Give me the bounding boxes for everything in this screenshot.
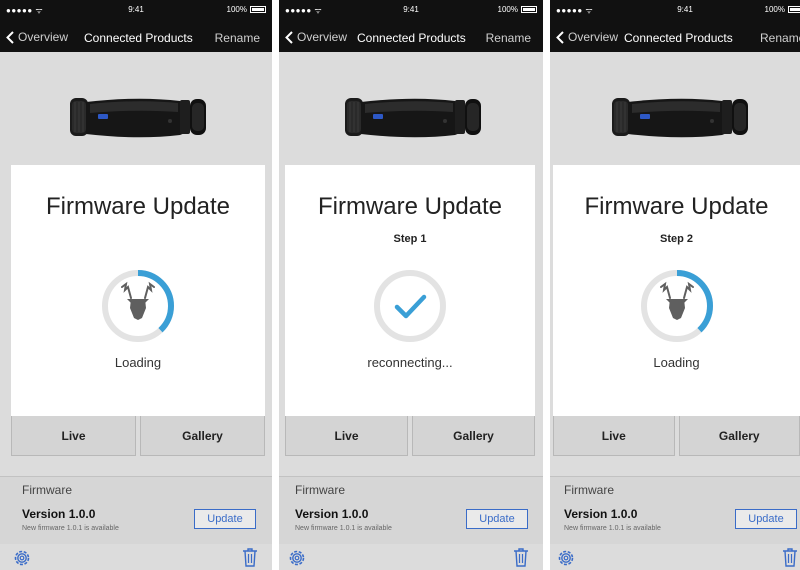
battery-icon <box>250 6 266 13</box>
firmware-update-dialog: Firmware Update Loading <box>11 165 265 416</box>
status-bar: ●●●●● ᯤ 9:41 100% <box>550 0 800 22</box>
live-button[interactable]: Live <box>11 416 136 456</box>
battery-percent: 100% <box>497 5 518 14</box>
back-button[interactable]: Overview <box>556 30 618 44</box>
chevron-left-icon <box>6 30 14 44</box>
dialog-title: Firmware Update <box>45 193 231 220</box>
battery-indicator: 100% <box>765 5 800 14</box>
rename-button[interactable]: Rename <box>486 31 531 45</box>
update-button[interactable]: Update <box>466 509 528 529</box>
chevron-left-icon <box>556 30 564 44</box>
phone-screen-1: ●●●●● ᯤ 9:41 100% Overview Connected Pro… <box>0 0 272 570</box>
battery-indicator: 100% <box>227 5 266 14</box>
thermal-camera-image <box>345 98 481 138</box>
firmware-version: Version 1.0.0 <box>564 507 638 521</box>
firmware-section: Firmware Version 1.0.0 New firmware 1.0.… <box>550 476 800 545</box>
battery-percent: 100% <box>764 5 785 14</box>
firmware-section: Firmware Version 1.0.0 New firmware 1.0.… <box>279 476 543 545</box>
thermal-camera-image <box>612 98 748 138</box>
gallery-button[interactable]: Gallery <box>412 416 535 456</box>
back-button[interactable]: Overview <box>6 30 68 44</box>
firmware-version: Version 1.0.0 <box>22 507 96 521</box>
status-bar: ●●●●● ᯤ 9:41 100% <box>279 0 543 22</box>
battery-icon <box>521 6 537 13</box>
bottom-toolbar <box>0 544 272 570</box>
battery-percent: 100% <box>226 5 247 14</box>
clock: 9:41 <box>677 5 693 14</box>
firmware-heading: Firmware <box>295 483 345 497</box>
checkmark-icon <box>394 294 427 319</box>
battery-indicator: 100% <box>498 5 537 14</box>
firmware-heading: Firmware <box>22 483 72 497</box>
action-tiles: Live Gallery <box>11 416 265 456</box>
bottom-toolbar <box>550 544 800 570</box>
progress-ring <box>374 270 446 342</box>
status-bar: ●●●●● ᯤ 9:41 100% <box>0 0 272 22</box>
nav-bar: Overview Connected Products Rename <box>550 22 800 52</box>
deer-icon <box>659 281 694 320</box>
progress-ring <box>102 270 174 342</box>
deer-icon <box>121 281 155 320</box>
nav-title: Connected Products <box>624 31 733 45</box>
nav-title: Connected Products <box>84 31 193 45</box>
thermal-camera-image <box>70 98 206 138</box>
action-tiles: Live Gallery <box>285 416 535 456</box>
firmware-version: Version 1.0.0 <box>295 507 369 521</box>
dialog-status: Loading <box>653 355 700 370</box>
rename-button[interactable]: Rename <box>215 31 260 45</box>
dialog-title: Firmware Update <box>584 193 769 220</box>
update-button[interactable]: Update <box>194 509 256 529</box>
gallery-button[interactable]: Gallery <box>140 416 265 456</box>
chevron-left-icon <box>285 30 293 44</box>
trash-icon[interactable] <box>513 547 529 567</box>
back-button[interactable]: Overview <box>285 30 347 44</box>
gear-icon[interactable] <box>287 548 307 568</box>
firmware-update-dialog: Firmware Update Step 1 reconnecting... <box>285 165 535 416</box>
gear-icon[interactable] <box>556 548 576 568</box>
nav-bar: Overview Connected Products Rename <box>279 22 543 52</box>
gallery-button[interactable]: Gallery <box>678 416 800 456</box>
nav-bar: Overview Connected Products Rename <box>0 22 272 52</box>
firmware-note: New firmware 1.0.1 is available <box>564 525 661 532</box>
firmware-section: Firmware Version 1.0.0 New firmware 1.0.… <box>0 476 272 545</box>
back-label: Overview <box>18 30 69 44</box>
battery-icon <box>788 6 800 13</box>
firmware-update-dialog: Firmware Update Step 2 Loading <box>553 165 800 416</box>
nav-title: Connected Products <box>357 31 466 45</box>
trash-icon[interactable] <box>782 547 798 567</box>
firmware-note: New firmware 1.0.1 is available <box>295 525 392 532</box>
live-button[interactable]: Live <box>553 416 675 456</box>
firmware-note: New firmware 1.0.1 is available <box>22 525 119 532</box>
action-tiles: Live Gallery <box>553 416 800 456</box>
dialog-title: Firmware Update <box>317 193 503 220</box>
rename-button[interactable]: Rename <box>760 31 800 45</box>
back-label: Overview <box>297 30 348 44</box>
phone-screen-2: ●●●●● ᯤ 9:41 100% Overview Connected Pro… <box>279 0 543 570</box>
update-button[interactable]: Update <box>735 509 797 529</box>
live-button[interactable]: Live <box>285 416 408 456</box>
trash-icon[interactable] <box>242 547 258 567</box>
firmware-heading: Firmware <box>564 483 614 497</box>
dialog-status: reconnecting... <box>367 355 453 370</box>
dialog-step: Step 2 <box>659 233 693 245</box>
phone-screen-3: ●●●●● ᯤ 9:41 100% Overview Connected Pro… <box>550 0 800 570</box>
dialog-step: Step 1 <box>393 233 427 245</box>
progress-ring <box>640 270 713 342</box>
gear-icon[interactable] <box>12 548 32 568</box>
dialog-status: Loading <box>114 355 162 370</box>
back-label: Overview <box>568 30 619 44</box>
bottom-toolbar <box>279 544 543 570</box>
